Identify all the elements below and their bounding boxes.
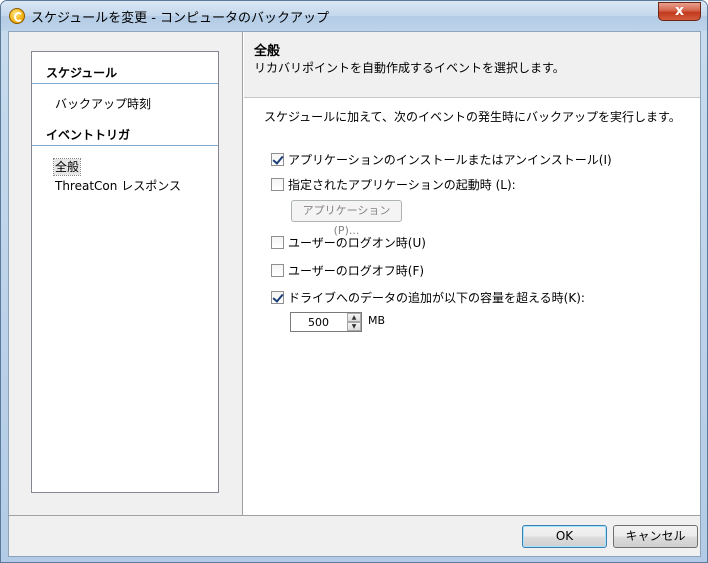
option-label: 指定されたアプリケーションの起動時 (L):	[288, 177, 516, 192]
option-label: ドライブへのデータの追加が以下の容量を超える時(K):	[288, 290, 585, 305]
nav-heading-event-trigger: イベントトリガ	[32, 126, 218, 146]
nav-item-general[interactable]: 全般	[52, 158, 82, 176]
title-bar[interactable]: スケジュールを変更 - コンピュータのバックアップ x	[1, 1, 707, 31]
cancel-button[interactable]: キャンセル	[613, 525, 698, 548]
option-label: ユーザーのログオン時(U)	[288, 235, 426, 250]
nav-list: スケジュール バックアップ時刻 イベントトリガ 全般 ThreatCon レスポ…	[31, 51, 219, 493]
stepper-up-icon[interactable]: ▲	[347, 313, 361, 322]
left-panel: スケジュール バックアップ時刻 イベントトリガ 全般 ThreatCon レスポ…	[9, 32, 242, 515]
option-user-logon[interactable]: ユーザーのログオン時(U)	[271, 234, 426, 250]
right-panel: 全般 リカバリポイントを自動作成するイベントを選択します。 スケジュールに加えて…	[244, 32, 700, 515]
option-user-logoff[interactable]: ユーザーのログオフ時(F)	[271, 262, 424, 278]
app-logo-icon	[9, 8, 25, 24]
size-input[interactable]	[291, 313, 346, 331]
checkbox-user-logoff[interactable]	[271, 263, 284, 277]
intro-text: スケジュールに加えて、次のイベントの発生時にバックアップを実行します。	[264, 110, 681, 124]
size-stepper[interactable]: ▲ ▼	[290, 312, 362, 332]
option-data-threshold[interactable]: ドライブへのデータの追加が以下の容量を超える時(K):	[271, 289, 585, 305]
dialog-window: スケジュールを変更 - コンピュータのバックアップ x スケジュール バックアッ…	[0, 0, 708, 563]
close-button[interactable]: x	[658, 2, 701, 21]
option-label: アプリケーションのインストールまたはアンインストール(I)	[288, 152, 612, 167]
checkbox-app-install[interactable]	[271, 152, 284, 166]
checkbox-data-threshold[interactable]	[271, 290, 284, 304]
applications-button[interactable]: アプリケーション(P)...	[291, 200, 402, 237]
panel-header: 全般 リカバリポイントを自動作成するイベントを選択します。	[244, 32, 700, 98]
panel-subtitle: リカバリポイントを自動作成するイベントを選択します。	[254, 61, 565, 75]
size-unit-label: MB	[368, 314, 386, 327]
stepper-buttons: ▲ ▼	[347, 313, 361, 331]
checkbox-user-logon[interactable]	[271, 235, 284, 249]
option-app-launch[interactable]: 指定されたアプリケーションの起動時 (L):	[271, 176, 516, 192]
nav-item-backup-time[interactable]: バックアップ時刻	[54, 96, 152, 112]
window-title: スケジュールを変更 - コンピュータのバックアップ	[31, 11, 330, 26]
panel-title: 全般	[254, 44, 281, 59]
nav-heading-schedule: スケジュール	[32, 64, 218, 84]
checkbox-app-launch[interactable]	[271, 177, 284, 191]
ok-button[interactable]: OK	[522, 525, 607, 548]
stepper-down-icon[interactable]: ▼	[347, 322, 361, 331]
option-app-install[interactable]: アプリケーションのインストールまたはアンインストール(I)	[271, 151, 612, 167]
button-bar: OK キャンセル	[9, 515, 700, 556]
option-label: ユーザーのログオフ時(F)	[288, 263, 425, 278]
dialog-client-area: スケジュール バックアップ時刻 イベントトリガ 全般 ThreatCon レスポ…	[8, 31, 701, 557]
nav-item-threatcon-response[interactable]: ThreatCon レスポンス	[54, 178, 182, 194]
